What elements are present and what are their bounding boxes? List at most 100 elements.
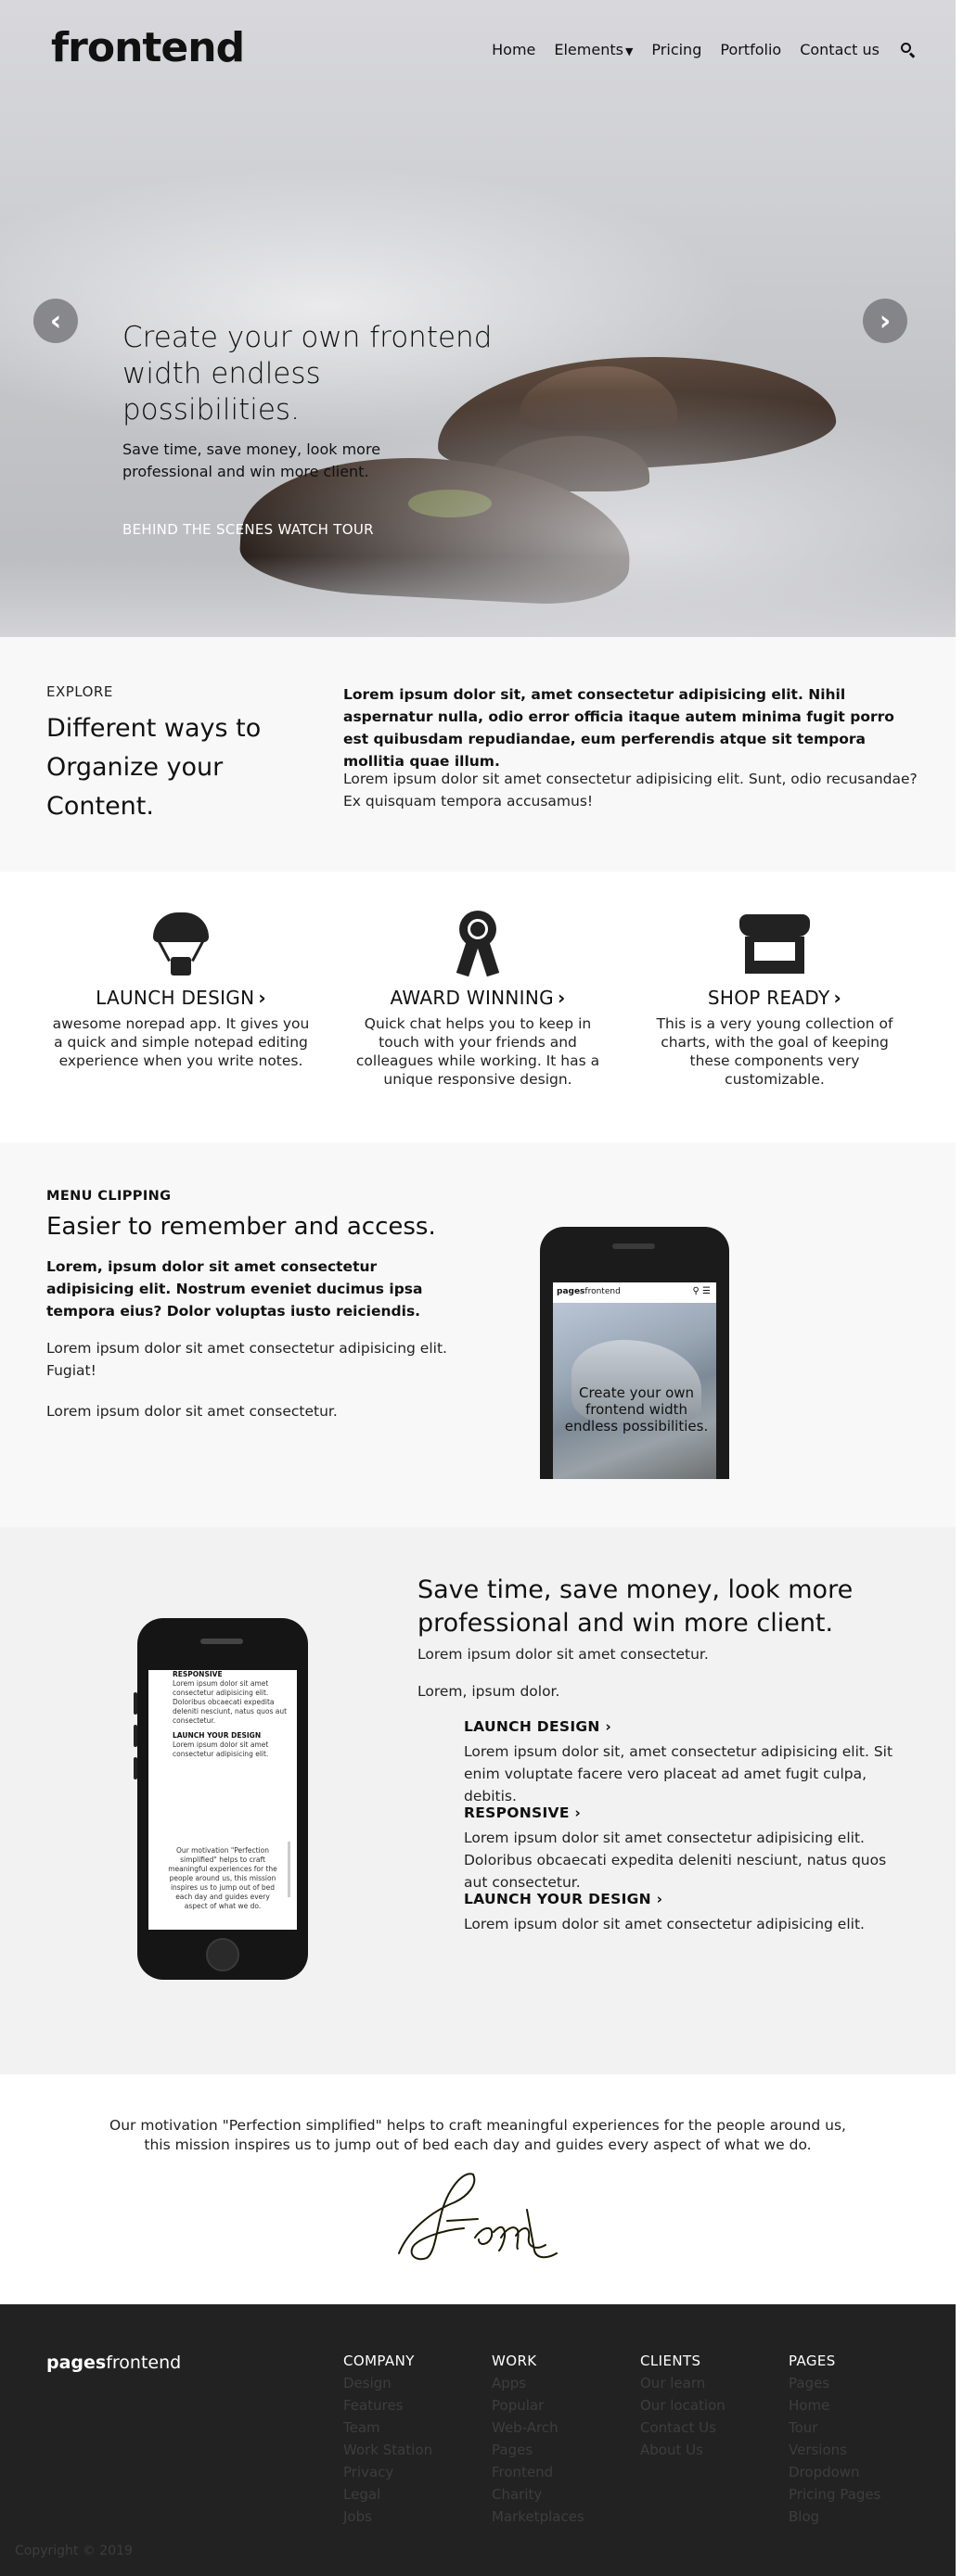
footer-link[interactable]: Contact Us — [640, 2419, 725, 2436]
footer-link[interactable]: Web-Arch — [492, 2419, 584, 2436]
feature-award-winning: AWARD WINNING › Quick chat helps you to k… — [343, 911, 612, 1089]
footer-link[interactable]: Dropdown — [789, 2464, 880, 2480]
phone-speaker — [612, 1243, 655, 1249]
feature-title-link[interactable]: SHOP READY › — [640, 987, 909, 1009]
hero-fog — [0, 556, 956, 637]
footer-link[interactable]: Design — [343, 2375, 432, 2391]
save-item: LAUNCH DESIGN › Lorem ipsum dolor sit, a… — [464, 1718, 909, 1807]
explore-paragraph: Lorem ipsum dolor sit amet consectetur a… — [343, 771, 918, 810]
shop-icon — [739, 911, 810, 976]
save-title: Save time, save money, look more profess… — [417, 1575, 854, 1638]
feature-title-link[interactable]: AWARD WINNING › — [343, 987, 612, 1009]
brand-logo[interactable]: frontend — [51, 24, 245, 71]
footer-link[interactable]: Features — [343, 2397, 432, 2414]
save-item-title-link[interactable]: LAUNCH YOUR DESIGN › — [464, 1891, 909, 1907]
carousel-next-button[interactable]: › — [863, 299, 907, 343]
phone-caption: Create your own frontend width endless p… — [564, 1384, 709, 1435]
phone-screen: pagesfrontend ⚲ ☰ Create your own fronte… — [553, 1282, 716, 1479]
footer-link[interactable]: Versions — [789, 2442, 880, 2458]
feature-title-link[interactable]: LAUNCH DESIGN › — [46, 987, 315, 1009]
chevron-right-icon: › — [605, 1718, 612, 1735]
nav-pricing[interactable]: Pricing — [651, 41, 701, 58]
feature-launch-design: LAUNCH DESIGN › awesome norepad app. It g… — [46, 911, 315, 1070]
carousel-prev-button[interactable]: ‹ — [33, 299, 78, 343]
feature-title: AWARD WINNING — [390, 987, 554, 1009]
footer-link[interactable]: Apps — [492, 2375, 584, 2391]
phone-screen-text: RESPONSIVE Lorem ipsum dolor sit amet co… — [173, 1670, 288, 1758]
footer-link[interactable]: Tour — [789, 2419, 880, 2436]
clipping-title: Easier to remember and access. — [46, 1213, 436, 1241]
phone-quote: Our motivation "Perfection simplified" h… — [168, 1846, 277, 1910]
chevron-right-icon: › — [833, 987, 842, 1009]
footer-column-clients: CLIENTS Our learn Our location Contact U… — [640, 2353, 725, 2458]
footer-link[interactable]: Charity — [492, 2486, 584, 2503]
save-item: LAUNCH YOUR DESIGN › Lorem ipsum dolor s… — [464, 1891, 909, 1935]
nav-home[interactable]: Home — [492, 41, 535, 58]
feature-description: Quick chat helps you to keep in touch wi… — [355, 1015, 600, 1088]
feature-description: This is a very young collection of chart… — [656, 1015, 893, 1088]
feature-title: SHOP READY — [707, 987, 830, 1009]
explore-section: EXPLORE Different ways to Organize your … — [0, 637, 956, 872]
watch-tour-link[interactable]: BEHIND THE SCENES WATCH TOUR — [122, 521, 374, 538]
nav-contact[interactable]: Contact us — [800, 41, 880, 58]
feature-description: awesome norepad app. It gives you a quic… — [52, 1015, 310, 1069]
footer-link[interactable]: Pricing Pages — [789, 2486, 880, 2503]
footer-logo[interactable]: pagesfrontend — [46, 2353, 181, 2373]
footer-column-title: PAGES — [789, 2353, 836, 2369]
footer-link[interactable]: Blog — [789, 2508, 880, 2525]
phone-home-button — [206, 1938, 239, 1971]
footer-link[interactable]: Work Station — [343, 2442, 432, 2458]
save-item-desc: Lorem ipsum dolor sit, amet consectetur … — [464, 1743, 893, 1804]
save-item: RESPONSIVE › Lorem ipsum dolor sit amet … — [464, 1804, 909, 1894]
parachute-icon — [146, 911, 216, 976]
footer-column-company: COMPANY Design Features Team Work Statio… — [343, 2353, 432, 2525]
chevron-right-icon: › — [557, 987, 566, 1009]
footer: pagesfrontend COMPANY Design Features Te… — [0, 2304, 956, 2576]
chevron-right-icon: › — [574, 1804, 582, 1821]
phone-logo: pagesfrontend — [557, 1287, 621, 1296]
award-icon — [443, 911, 513, 977]
features-section: LAUNCH DESIGN › awesome norepad app. It g… — [0, 872, 956, 1142]
footer-link[interactable]: Pages — [492, 2442, 584, 2458]
motivation-text: Our motivation "Perfection simplified" h… — [109, 2117, 846, 2153]
phone-navbar: pagesfrontend ⚲ ☰ — [553, 1282, 716, 1303]
explore-eyebrow: EXPLORE — [46, 683, 113, 700]
footer-link[interactable]: Pages — [789, 2375, 880, 2391]
save-item-desc: Lorem ipsum dolor sit amet consectetur a… — [464, 1830, 887, 1891]
save-item-desc: Lorem ipsum dolor sit amet consectetur a… — [464, 1916, 865, 1932]
footer-link[interactable]: Frontend — [492, 2464, 584, 2480]
footer-link[interactable]: Our learn — [640, 2375, 725, 2391]
phone-screen: RESPONSIVE Lorem ipsum dolor sit amet co… — [148, 1670, 297, 1930]
footer-column-title: WORK — [492, 2353, 537, 2369]
footer-column-title: CLIENTS — [640, 2353, 701, 2369]
footer-link[interactable]: Popular — [492, 2397, 584, 2414]
footer-column-work: WORK Apps Popular Web-Arch Pages Fronten… — [492, 2353, 584, 2525]
footer-link[interactable]: Team — [343, 2419, 432, 2436]
phone-scrollbar — [288, 1842, 290, 1897]
save-item-title-link[interactable]: LAUNCH DESIGN › — [464, 1718, 909, 1735]
search-icon[interactable] — [900, 42, 917, 58]
hero-title: Create your own frontend width endless p… — [122, 321, 493, 427]
nav-elements-label: Elements — [554, 41, 623, 58]
save-time-section: RESPONSIVE Lorem ipsum dolor sit amet co… — [0, 1527, 956, 2074]
main-nav: Home Elements ▼ Pricing Portfolio Contact… — [473, 41, 917, 58]
save-item-title-link[interactable]: RESPONSIVE › — [464, 1804, 909, 1821]
nav-portfolio[interactable]: Portfolio — [720, 41, 781, 58]
explore-bold-text: Lorem ipsum dolor sit, amet consectetur … — [343, 686, 894, 770]
footer-link[interactable]: Our location — [640, 2397, 725, 2414]
clipping-eyebrow: MENU CLIPPING — [46, 1189, 172, 1204]
chevron-right-icon: › — [656, 1891, 663, 1907]
footer-link[interactable]: Jobs — [343, 2508, 432, 2525]
nav-elements[interactable]: Elements ▼ — [554, 41, 633, 58]
clipping-paragraph: Lorem ipsum dolor sit amet consectetur a… — [46, 1340, 447, 1379]
footer-link[interactable]: Privacy — [343, 2464, 432, 2480]
save-paragraph: Lorem ipsum dolor sit amet consectetur. — [417, 1646, 709, 1663]
footer-link[interactable]: About Us — [640, 2442, 725, 2458]
footer-column-title: COMPANY — [343, 2353, 415, 2369]
clipping-paragraph: Lorem ipsum dolor sit amet consectetur. — [46, 1403, 338, 1420]
footer-link[interactable]: Legal — [343, 2486, 432, 2503]
motivation-section: Our motivation "Perfection simplified" h… — [0, 2074, 956, 2304]
footer-link[interactable]: Home — [789, 2397, 880, 2414]
feature-title: LAUNCH DESIGN — [96, 987, 255, 1009]
footer-link[interactable]: Marketplaces — [492, 2508, 584, 2525]
